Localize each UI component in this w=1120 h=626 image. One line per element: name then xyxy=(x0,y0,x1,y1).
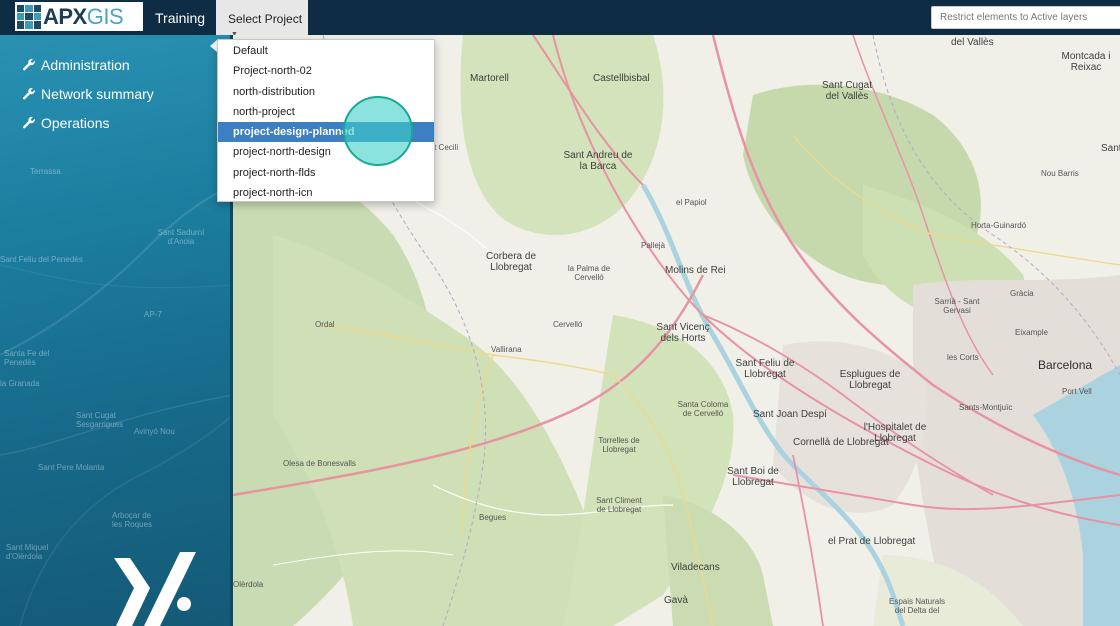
map-label: la Granada xyxy=(0,379,40,388)
sidebar-item-label: Administration xyxy=(41,57,130,73)
map-label: Horta-Guinardó xyxy=(971,221,1027,230)
map-label: Olèrdola xyxy=(233,580,264,589)
map-label: Arboçar de les Roques xyxy=(112,511,153,529)
map-label: del Vallès xyxy=(951,37,994,48)
map-label: Martorell xyxy=(470,73,509,84)
map-label: Sant Cugat del Vallès xyxy=(821,80,873,102)
project-option-project-north-flds[interactable]: project-north-flds xyxy=(218,163,434,183)
map-label: Sant Climent de Llobregat xyxy=(596,496,642,514)
map-label: Sants-Montjuïc xyxy=(959,403,1013,412)
map-label: Espais Naturals del Delta del xyxy=(888,597,946,615)
map-label: Sant Pere Molanta xyxy=(38,463,105,472)
map-label: Castellbisbal xyxy=(593,73,650,84)
map-label: Montcada i Reixac xyxy=(1061,51,1111,73)
top-navbar: APXGIS Training Select Project▼ xyxy=(0,0,1120,38)
project-option-north-distribution[interactable]: north-distribution xyxy=(218,82,434,102)
map-label: Gràcia xyxy=(1010,289,1034,298)
map-label: Port Vell xyxy=(1062,387,1092,396)
map-label: Torrelles de Llobregat xyxy=(598,436,640,454)
sidebar-item-administration[interactable]: Administration xyxy=(22,57,130,73)
map-label: Olesa de Bonesvalls xyxy=(283,459,356,468)
map-label: Cornellà de Llobregat xyxy=(793,437,889,448)
map-label: Sant Miquel d'Olèrdola xyxy=(6,543,49,561)
brand-x-icon xyxy=(114,552,196,626)
map-label: Pallejà xyxy=(641,241,666,250)
click-indicator xyxy=(343,96,413,166)
dropdown-pointer xyxy=(210,40,217,52)
wrench-icon xyxy=(23,87,35,100)
map-label: Barcelona xyxy=(1038,358,1093,372)
project-option-project-north-icn[interactable]: project-north-icn xyxy=(218,183,434,203)
sidebar-item-label: Operations xyxy=(41,115,110,131)
sidebar: Terrassa Sant Sadurní d'Anoia Sant Feliu… xyxy=(0,35,233,626)
map-label: Sant xyxy=(1101,143,1120,154)
wrench-icon xyxy=(23,116,35,129)
map-label: Santa Coloma de Cervelló xyxy=(677,400,729,418)
map-label: Eixample xyxy=(1015,328,1048,337)
map-label: Sant Boi de Llobregat xyxy=(727,466,779,488)
project-option-default[interactable]: Default xyxy=(218,41,434,61)
map-label: Terrassa xyxy=(30,167,61,176)
map-label: Begues xyxy=(479,513,507,522)
map-label: el Papiol xyxy=(676,198,707,207)
restrict-elements-search-input[interactable] xyxy=(931,6,1120,29)
sidebar-item-operations[interactable]: Operations xyxy=(22,115,109,131)
select-project-label: Select Project xyxy=(228,12,303,26)
map-label: el Prat de Llobregat xyxy=(828,536,916,547)
sidebar-item-network-summary[interactable]: Network summary xyxy=(22,86,154,102)
select-project-button[interactable]: Select Project▼ xyxy=(216,0,308,38)
app-title[interactable]: Training xyxy=(155,10,205,26)
logo-grid-icon xyxy=(17,4,41,29)
map-label: AP-7 xyxy=(144,310,162,319)
sidebar-item-label: Network summary xyxy=(41,86,154,102)
wrench-icon xyxy=(23,58,35,71)
map-label: Sant Sadurní d'Anoia xyxy=(157,228,205,246)
map-label: Gavà xyxy=(664,595,688,606)
map-label: Molins de Rei xyxy=(665,265,726,276)
map-label: Viladecans xyxy=(671,562,720,573)
map-label: Corbera de Llobregat xyxy=(485,251,537,273)
map-label: Sant Feliu del Penedès xyxy=(0,255,83,264)
map-label: Sant Cugat Sesgarrigues xyxy=(76,411,124,429)
map-label: la Palma de Cervelló xyxy=(567,264,611,282)
map-label: Esplugues de Llobregat xyxy=(839,369,901,391)
map-label: Cervelló xyxy=(553,320,583,329)
map-label: les Corts xyxy=(947,353,979,362)
map-label: Sant Vicenç dels Horts xyxy=(656,322,710,344)
map-label: Sant Joan Despí xyxy=(753,409,827,420)
map-label: Nou Barris xyxy=(1041,169,1079,178)
map-label: Sant Feliu de Llobregat xyxy=(735,358,795,380)
map-label: Avinyó Nou xyxy=(134,427,175,436)
map-label: Santa Fe del Penedès xyxy=(4,349,50,367)
map-label: Vallirana xyxy=(491,345,522,354)
map-label: Ordal xyxy=(315,320,335,329)
app-logo[interactable]: APXGIS xyxy=(15,2,143,31)
map-label: Sant Andreu de la Barca xyxy=(563,150,633,172)
map-label: Sarrià - Sant Gervasi xyxy=(934,297,980,315)
project-option-project-north-02[interactable]: Project-north-02 xyxy=(218,61,434,81)
logo-text: APXGIS xyxy=(43,3,124,29)
